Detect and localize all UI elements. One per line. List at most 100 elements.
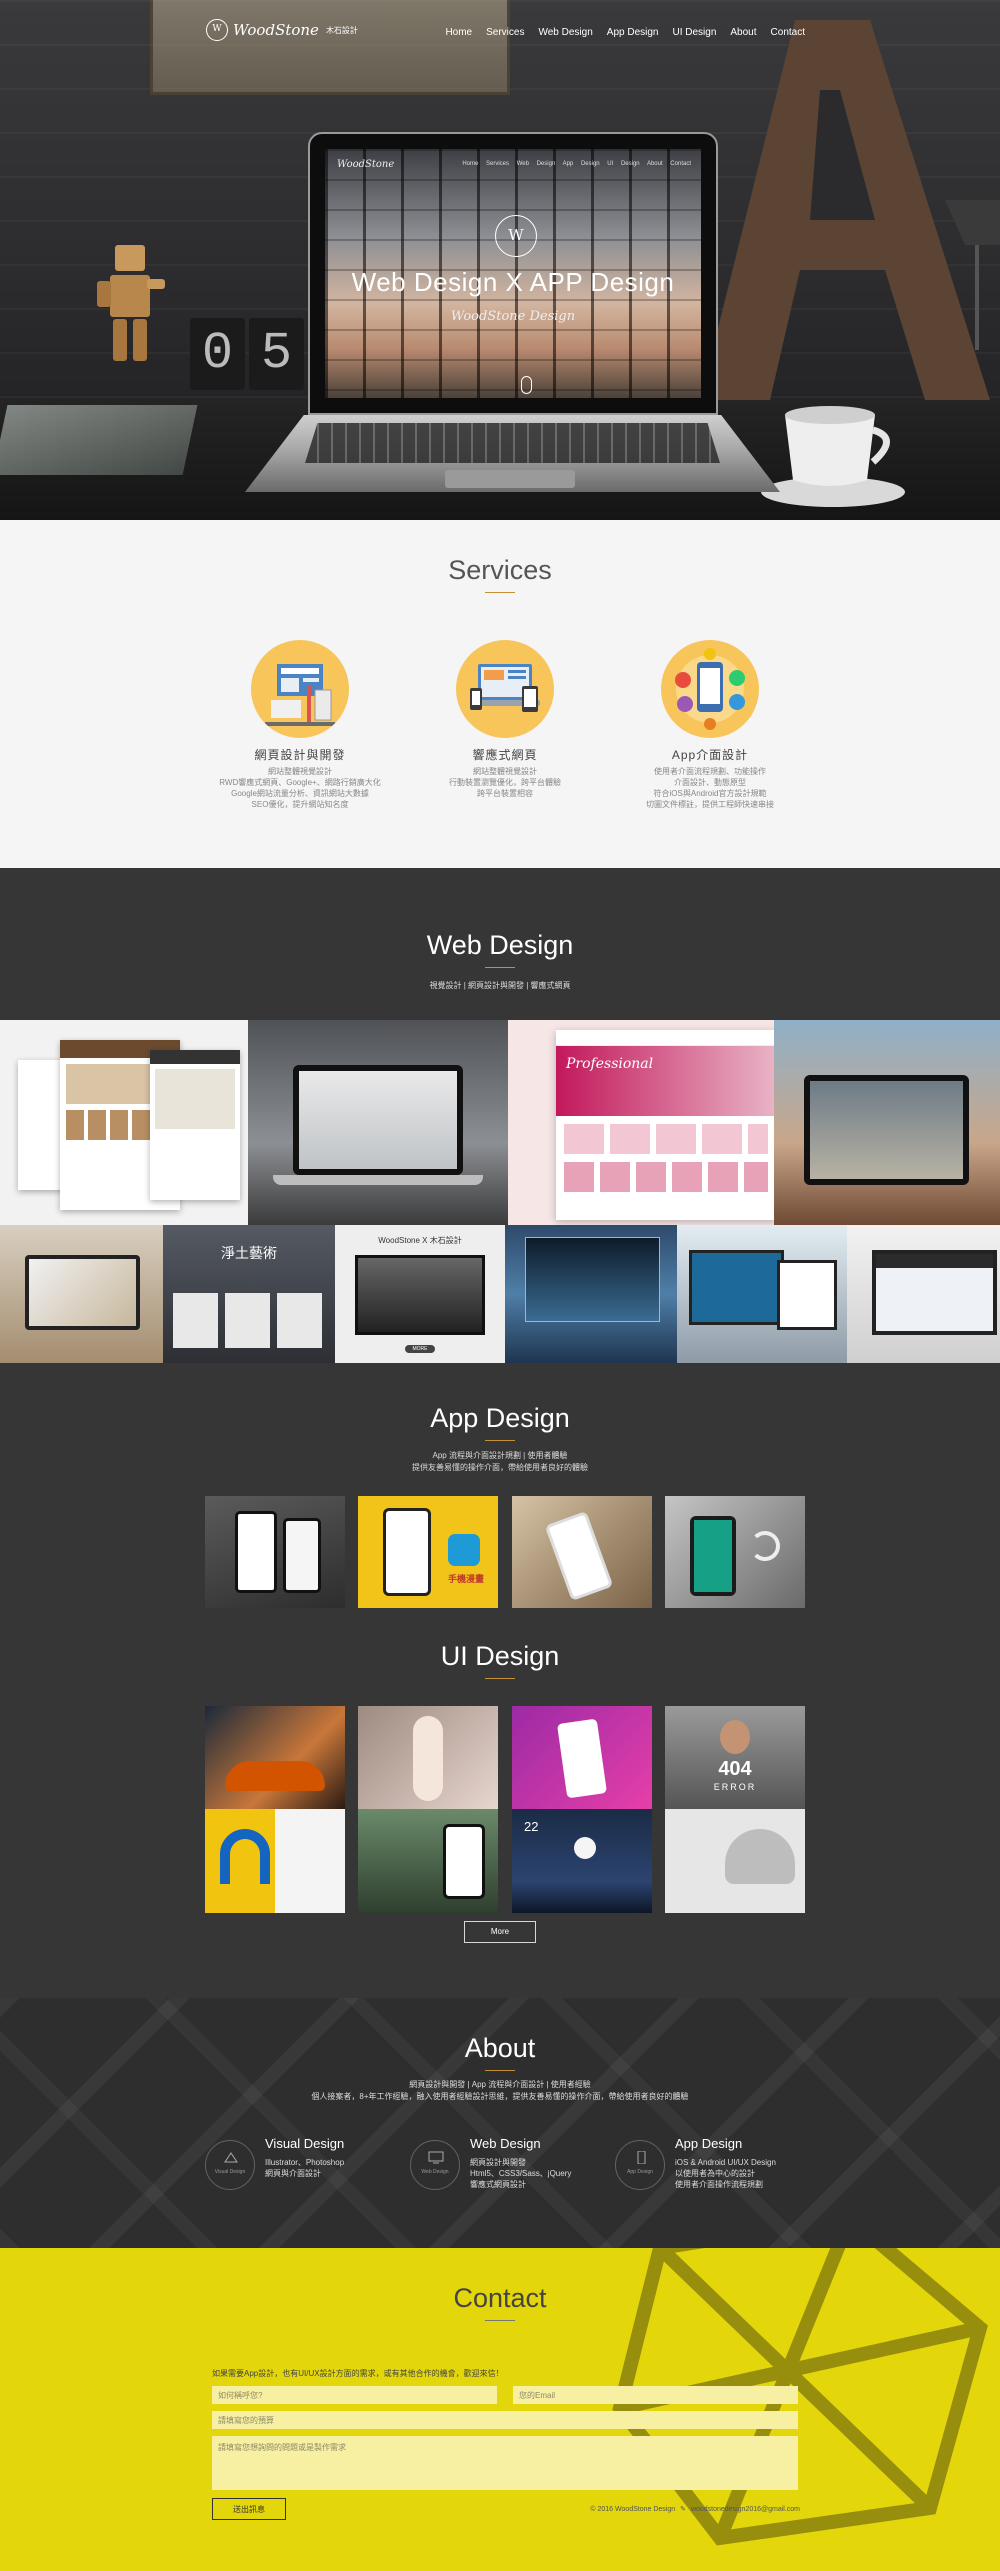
ui-thumb[interactable]: 22: [512, 1809, 652, 1913]
coffee-cup: [761, 406, 905, 507]
service-responsive: 響應式網頁 網站整體視覺設計 行動裝置瀏覽優化，跨平台體驗 跨平台裝置相容: [405, 640, 605, 799]
message-textarea[interactable]: [212, 2436, 798, 2490]
nav-web-design[interactable]: Web Design: [538, 27, 592, 38]
screen-nav: Home Services Web Design App Design UI D…: [462, 161, 691, 167]
error-label: ERROR: [713, 1782, 757, 1792]
nav-services[interactable]: Services: [486, 27, 524, 38]
laptop-mockup: [25, 1255, 140, 1330]
portfolio-tile[interactable]: [774, 1020, 1000, 1225]
name-input[interactable]: [212, 2386, 497, 2404]
service-desc: 網站整體視覺設計 RWD響應式網頁、Google+、網路行銷廣大化 Google…: [219, 767, 381, 809]
budget-input[interactable]: [212, 2411, 798, 2429]
brand-name-cn: 木石設計: [325, 25, 358, 35]
app-thumb[interactable]: 手機漫畫: [358, 1496, 498, 1608]
service-desc: 使用者介面流程規劃、功能操作 介面設計、動態原型 符合iOS與Android官方…: [646, 767, 774, 809]
laptop-screen: WoodStone Home Services Web Design App D…: [308, 132, 718, 415]
web-design-subtitle: 視覺設計 | 網頁設計與開發 | 響應式網頁: [429, 981, 571, 990]
brand-name: WoodStone: [233, 21, 319, 39]
portfolio-tile[interactable]: [847, 1225, 1000, 1363]
ui-thumb[interactable]: [512, 1706, 652, 1809]
site-mockup: [777, 1260, 837, 1330]
app-thumb[interactable]: [512, 1496, 652, 1608]
nav-ui-design[interactable]: UI Design: [672, 27, 716, 38]
portfolio-tile[interactable]: [248, 1020, 508, 1225]
tile-label: MORE: [405, 1345, 435, 1353]
laptop-keyboard: [305, 423, 720, 463]
about-section: About 網頁設計與開發 | App 流程與介面設計 | 使用者經驗 個人接案…: [0, 1998, 1000, 2248]
email-input[interactable]: [513, 2386, 798, 2404]
ui-thumb[interactable]: 404 ERROR: [665, 1706, 805, 1809]
ui-thumb[interactable]: [665, 1809, 805, 1913]
flip-digit: 5: [249, 318, 304, 390]
ui-thumb[interactable]: [358, 1809, 498, 1913]
laptop-base: [273, 1175, 483, 1185]
hero-subtitle: WoodStone Design: [450, 309, 576, 324]
portfolio-tile[interactable]: WoodStone X 木石設計 MORE: [335, 1225, 505, 1363]
ui-thumb[interactable]: [205, 1706, 345, 1809]
laptop-trackpad: [445, 470, 575, 488]
main-nav: Home Services Web Design App Design UI D…: [445, 27, 805, 38]
site-mockup: [689, 1250, 784, 1325]
website-builder-icon: [251, 640, 349, 738]
more-button[interactable]: More: [464, 1921, 536, 1943]
portfolio-tile[interactable]: [505, 1225, 677, 1363]
ui-thumb[interactable]: [205, 1809, 345, 1913]
nav-contact[interactable]: Contact: [771, 27, 805, 38]
about-col-desc: Illustrator、Photoshop 網頁與介面設計: [265, 2158, 345, 2178]
tile-label: Professional: [556, 1046, 774, 1116]
clock-time: 22: [524, 1819, 539, 1834]
about-col-desc: iOS & Android UI/UX Design 以使用者為中心的設計 使用…: [675, 2158, 776, 2189]
portfolio-tile[interactable]: 淨土藝術: [163, 1225, 335, 1363]
app-thumb-label: 手機漫畫: [447, 1574, 484, 1584]
ring-label: Web Design: [421, 2169, 449, 2175]
title-divider: [485, 2070, 515, 2071]
web-design-icon: Web Design: [410, 2140, 460, 2190]
footer: © 2016 WoodStone Design ✎ woodstonedesig…: [587, 2505, 800, 2513]
portfolio-tile[interactable]: [0, 1020, 248, 1225]
send-button[interactable]: 送出訊息: [212, 2498, 286, 2520]
hero-section: 05 WoodStone Home Services Web Design Ap…: [0, 0, 1000, 520]
service-desc: 網站整體視覺設計 行動裝置瀏覽優化，跨平台體驗 跨平台裝置相容: [449, 767, 561, 798]
portfolio-tile[interactable]: [677, 1225, 847, 1363]
contact-email[interactable]: woodstonedesign2016@gmail.com: [691, 2506, 800, 2513]
wooden-robot-figure: [97, 245, 165, 361]
service-title: App介面設計: [671, 748, 749, 762]
app-design-subtitle: App 流程與介面設計規劃 | 使用者體驗 提供友善易懂的操作介面，帶給使用者良…: [412, 1451, 588, 1472]
app-thumb[interactable]: [205, 1496, 345, 1608]
about-col-desc: 網頁設計與開發 Html5、CSS3/Sass、jQuery 響應式網頁設計: [470, 2158, 572, 2189]
about-col-title: App Design: [675, 2136, 743, 2151]
title-divider: [485, 2320, 515, 2321]
ring-label: Visual Design: [214, 2169, 246, 2175]
title-divider: [485, 592, 515, 593]
scroll-down-icon[interactable]: [521, 376, 532, 394]
nav-home[interactable]: Home: [445, 27, 472, 38]
desk-lamp: [945, 200, 1000, 350]
portfolio-tile[interactable]: [0, 1225, 163, 1363]
contact-section: Contact 如果需要App設計，也有UI/UX設計方面的需求，或有其他合作的…: [0, 2248, 1000, 2571]
hero-title: Web Design X APP Design: [351, 267, 675, 297]
nav-about[interactable]: About: [730, 27, 756, 38]
ui-design-title: UI Design: [440, 1641, 560, 1671]
nav-app-design[interactable]: App Design: [607, 27, 659, 38]
brand-logo[interactable]: W WoodStone 木石設計: [206, 19, 358, 41]
app-thumb[interactable]: [665, 1496, 805, 1608]
service-title: 網頁設計與開發: [254, 748, 346, 762]
tile-label: WoodStone X 木石設計: [378, 1236, 462, 1245]
tile-label: 淨土藝術: [221, 1245, 277, 1261]
device-mockups: [173, 1293, 323, 1348]
about-web: Web Design Web Design 網頁設計與開發 Html5、CSS3…: [410, 2136, 630, 2196]
about-title: About: [464, 2033, 536, 2063]
web-design-title: Web Design: [426, 930, 574, 960]
ui-thumb[interactable]: [358, 1706, 498, 1809]
error-code: 404: [718, 1758, 752, 1780]
screen-logo: WoodStone: [337, 159, 395, 170]
copyright: © 2016 WoodStone Design: [590, 2506, 676, 2513]
title-divider: [485, 967, 515, 968]
title-divider: [485, 1678, 515, 1679]
web-design-section: Web Design 視覺設計 | 網頁設計與開發 | 響應式網頁 Profes…: [0, 868, 1000, 1368]
about-line-1: 網頁設計與開發 | App 流程與介面設計 | 使用者經驗: [409, 2080, 591, 2089]
service-app: App介面設計 使用者介面流程規劃、功能操作 介面設計、動態原型 符合iOS與A…: [610, 640, 810, 810]
portfolio-tile[interactable]: Professional: [508, 1020, 774, 1225]
about-app: App Design App Design iOS & Android UI/U…: [615, 2136, 835, 2196]
service-web: 網頁設計與開發 網站整體視覺設計 RWD響應式網頁、Google+、網路行銷廣大…: [200, 640, 400, 810]
